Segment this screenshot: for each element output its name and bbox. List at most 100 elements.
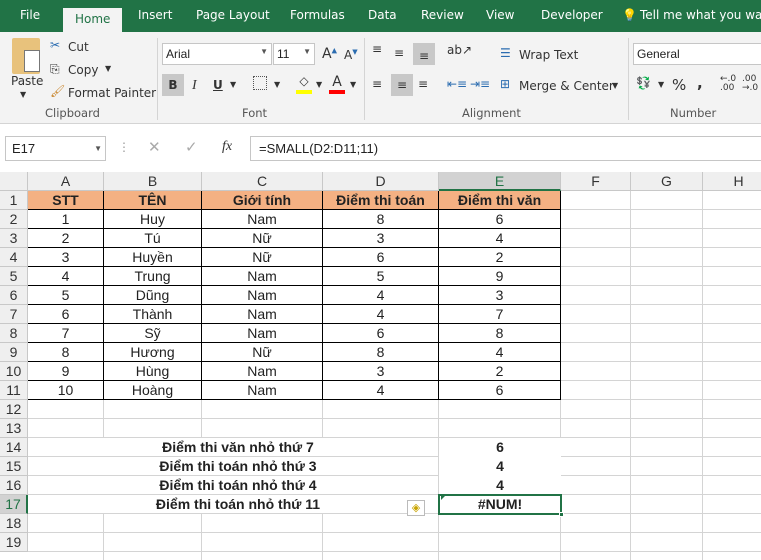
fill-handle[interactable] (559, 512, 564, 517)
table-cell[interactable]: Nam (202, 286, 323, 305)
number-format-select[interactable]: General (633, 43, 761, 65)
insert-function-button[interactable]: fx (222, 139, 232, 155)
table-cell[interactable]: 10 (28, 381, 104, 400)
increase-font-icon[interactable]: A▲ (322, 46, 337, 62)
table-cell[interactable]: 9 (439, 267, 561, 286)
table-header-cell[interactable]: Giới tính (202, 191, 323, 210)
table-cell[interactable]: 8 (323, 343, 439, 362)
table-header-cell[interactable]: Điểm thi toán (323, 191, 439, 210)
font-color-icon[interactable]: A (329, 74, 345, 94)
comma-button[interactable]: , (697, 74, 703, 92)
column-header-E[interactable]: E (439, 172, 561, 191)
table-cell[interactable]: Nam (202, 324, 323, 343)
column-header-H[interactable]: H (703, 172, 761, 191)
decrease-indent-icon[interactable]: ⇤≡ (447, 77, 467, 91)
tab-home[interactable]: Home (63, 8, 123, 32)
result-value[interactable]: 4 (439, 457, 561, 476)
tab-file[interactable]: File (20, 8, 40, 22)
table-header-cell[interactable]: TÊN (104, 191, 202, 210)
format-painter-button[interactable]: Format Painter (68, 86, 156, 100)
row-header-16[interactable]: 16 (0, 476, 28, 495)
copy-button[interactable]: Copy (68, 63, 98, 77)
row-header-18[interactable]: 18 (0, 514, 28, 533)
column-header-B[interactable]: B (104, 172, 202, 191)
result-label[interactable]: Điểm thi toán nhỏ thứ 3 (28, 457, 448, 476)
table-cell[interactable]: 6 (323, 324, 439, 343)
tab-developer[interactable]: Developer (541, 8, 603, 22)
paste-button[interactable]: Paste (11, 74, 43, 88)
table-cell[interactable]: 6 (323, 248, 439, 267)
table-cell[interactable]: Nữ (202, 343, 323, 362)
row-header-7[interactable]: 7 (0, 305, 28, 324)
row-header-6[interactable]: 6 (0, 286, 28, 305)
table-cell[interactable]: Hương (104, 343, 202, 362)
wrap-text-button[interactable]: Wrap Text (519, 48, 578, 62)
table-cell[interactable]: 4 (323, 305, 439, 324)
row-header-13[interactable]: 13 (0, 419, 28, 438)
align-right-icon[interactable]: ≡ (418, 77, 428, 91)
table-cell[interactable]: Nam (202, 210, 323, 229)
row-header-1[interactable]: 1 (0, 191, 28, 210)
chevron-down-icon[interactable]: ▼ (316, 80, 322, 89)
table-cell[interactable]: 2 (439, 362, 561, 381)
align-bottom-icon[interactable]: ≡ (413, 43, 435, 65)
table-cell[interactable]: Thành (104, 305, 202, 324)
table-cell[interactable]: 2 (439, 248, 561, 267)
chevron-down-icon[interactable]: ▼ (274, 80, 280, 89)
name-box[interactable]: E17 ▼ (5, 136, 106, 161)
table-cell[interactable]: Nam (202, 305, 323, 324)
row-header-8[interactable]: 8 (0, 324, 28, 343)
chevron-down-icon[interactable]: ▼ (658, 80, 664, 89)
table-cell[interactable]: Nữ (202, 248, 323, 267)
table-header-cell[interactable]: Điểm thi văn (439, 191, 561, 210)
table-cell[interactable]: 3 (439, 286, 561, 305)
table-cell[interactable]: 3 (323, 229, 439, 248)
table-cell[interactable]: 6 (439, 210, 561, 229)
align-center-icon[interactable]: ≡ (391, 74, 413, 96)
table-header-cell[interactable]: STT (28, 191, 104, 210)
tab-view[interactable]: View (486, 8, 514, 22)
decrease-font-icon[interactable]: A▼ (344, 48, 358, 62)
select-all-button[interactable] (0, 172, 28, 191)
table-cell[interactable]: 7 (28, 324, 104, 343)
tab-page-layout[interactable]: Page Layout (196, 8, 270, 22)
table-cell[interactable]: 4 (323, 381, 439, 400)
result-label[interactable]: Điểm thi toán nhỏ thứ 4 (28, 476, 448, 495)
table-cell[interactable]: Hùng (104, 362, 202, 381)
chevron-down-icon[interactable]: ▼ (230, 80, 236, 89)
column-header-F[interactable]: F (561, 172, 631, 191)
table-cell[interactable]: 1 (28, 210, 104, 229)
chevron-down-icon[interactable]: ▼ (350, 80, 356, 89)
table-cell[interactable]: 4 (439, 343, 561, 362)
column-header-D[interactable]: D (323, 172, 439, 191)
table-cell[interactable]: Tú (104, 229, 202, 248)
cut-button[interactable]: Cut (68, 40, 89, 54)
column-header-C[interactable]: C (202, 172, 323, 191)
tell-me-search[interactable]: Tell me what you want (640, 8, 761, 22)
align-middle-icon[interactable]: ≡ (394, 46, 404, 60)
row-header-4[interactable]: 4 (0, 248, 28, 267)
align-top-icon[interactable]: ≡ (372, 42, 382, 56)
column-header-A[interactable]: A (28, 172, 104, 191)
table-cell[interactable]: 8 (323, 210, 439, 229)
row-header-17[interactable]: 17 (0, 495, 28, 514)
table-cell[interactable]: Trung (104, 267, 202, 286)
table-cell[interactable]: 7 (439, 305, 561, 324)
row-header-14[interactable]: 14 (0, 438, 28, 457)
table-cell[interactable]: Nam (202, 362, 323, 381)
chevron-down-icon[interactable]: ▼ (612, 81, 618, 90)
result-label[interactable]: Điểm thi văn nhỏ thứ 7 (28, 438, 448, 457)
table-cell[interactable]: 6 (28, 305, 104, 324)
merge-center-button[interactable]: Merge & Center (519, 79, 614, 93)
table-cell[interactable]: Sỹ (104, 324, 202, 343)
tab-data[interactable]: Data (368, 8, 397, 22)
cancel-icon[interactable]: ✕ (148, 138, 161, 156)
row-header-5[interactable]: 5 (0, 267, 28, 286)
table-cell[interactable]: 5 (323, 267, 439, 286)
enter-icon[interactable]: ✓ (185, 138, 198, 156)
row-header-2[interactable]: 2 (0, 210, 28, 229)
table-cell[interactable]: Huy (104, 210, 202, 229)
underline-button[interactable]: U (213, 78, 223, 92)
fill-color-icon[interactable]: ◇ (296, 74, 312, 94)
table-cell[interactable]: 6 (439, 381, 561, 400)
